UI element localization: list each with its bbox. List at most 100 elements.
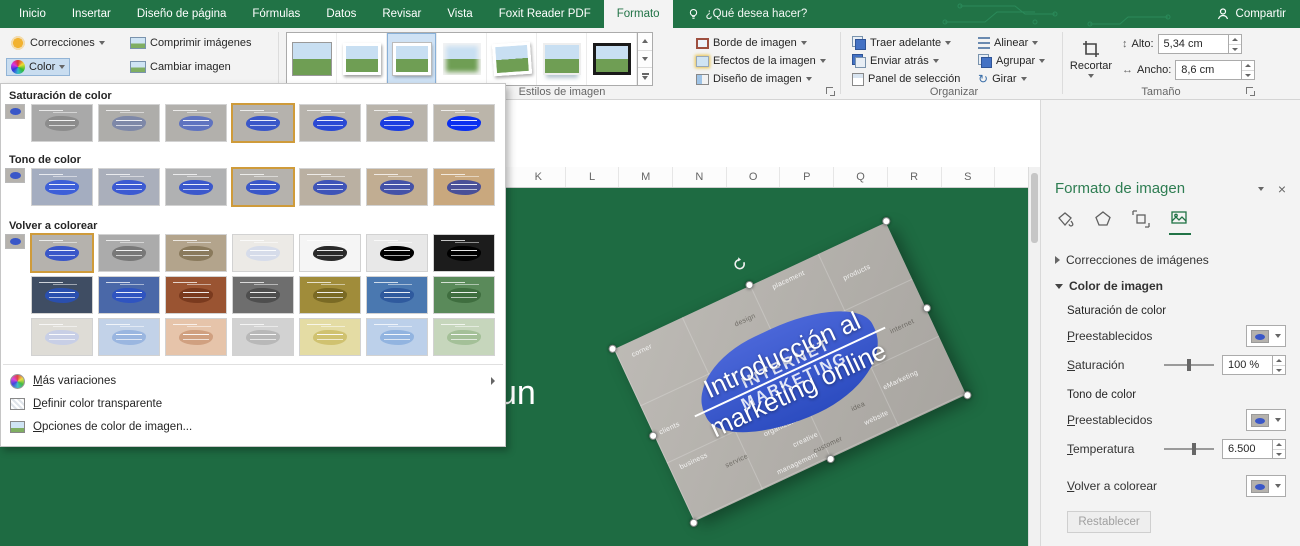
tono-thumb-7[interactable] — [433, 168, 495, 206]
picture-style-rectangulo-sombreado[interactable] — [387, 33, 437, 85]
tab-diseño-de-página[interactable]: Diseño de página — [124, 0, 240, 28]
saturacion-thumb-2[interactable] — [98, 104, 160, 142]
saturation-steppers[interactable] — [1272, 356, 1285, 374]
recolor-thumb-3-4[interactable] — [232, 318, 294, 356]
tab-datos[interactable]: Datos — [313, 0, 369, 28]
column-header-o[interactable]: O — [727, 167, 781, 187]
recolor-thumb-2-3[interactable] — [165, 276, 227, 314]
alinear-button[interactable]: Alinear — [974, 34, 1042, 52]
share-button[interactable]: Compartir — [1202, 0, 1300, 28]
height-steppers[interactable] — [1227, 35, 1241, 54]
recolor-thumb-1-7[interactable] — [433, 234, 495, 272]
column-header-r[interactable]: R — [888, 167, 942, 187]
tab-formato[interactable]: Formato — [603, 0, 673, 28]
recolor-thumb-3-2[interactable] — [98, 318, 160, 356]
column-header-k[interactable]: K — [512, 167, 566, 187]
width-input[interactable]: 8,6 cm — [1175, 60, 1256, 80]
saturation-slider[interactable] — [1164, 355, 1214, 375]
reset-button[interactable]: Restablecer — [1067, 511, 1151, 533]
picture-style-bordes-suaves[interactable] — [437, 33, 487, 85]
tono-thumb-2[interactable] — [98, 168, 160, 206]
tono-thumb-5[interactable] — [299, 168, 361, 206]
saturacion-thumb-7[interactable] — [433, 104, 495, 142]
temperature-input[interactable]: 6.500 — [1222, 439, 1286, 459]
saturacion-thumb-5[interactable] — [299, 104, 361, 142]
recolor-thumb-3-6[interactable] — [366, 318, 428, 356]
picture-style-biselado-blanco[interactable] — [337, 33, 387, 85]
stepper-down-icon[interactable] — [1273, 450, 1285, 459]
pane-close-icon[interactable]: × — [1278, 182, 1286, 196]
recolor-thumb-1-4[interactable] — [232, 234, 294, 272]
resize-handle-bottom-right[interactable] — [962, 389, 973, 401]
stepper-up-icon[interactable] — [1242, 61, 1255, 71]
saturation-presets-dropdown[interactable] — [1246, 325, 1286, 347]
tono-thumb-3[interactable] — [165, 168, 227, 206]
saturacion-thumb-3[interactable] — [165, 104, 227, 142]
recolor-thumb-3-5[interactable] — [299, 318, 361, 356]
picture-icon[interactable] — [1169, 207, 1191, 235]
definir-color-transparente-item[interactable]: Definir color transparente — [2, 393, 504, 415]
saturation-input[interactable]: 100 % — [1222, 355, 1286, 375]
gallery-up-button[interactable] — [638, 33, 652, 51]
effects-icon[interactable] — [1093, 209, 1115, 235]
gallery-more-button[interactable] — [638, 68, 652, 86]
tono-thumb-6[interactable] — [366, 168, 428, 206]
saturacion-thumb-4[interactable] — [231, 103, 295, 143]
recolor-thumb-2-6[interactable] — [366, 276, 428, 314]
tab-inicio[interactable]: Inicio — [6, 0, 59, 28]
picture-style-rectangulo-girado-blanco[interactable] — [487, 33, 537, 85]
tamano-dialog-launcher[interactable] — [1244, 85, 1256, 97]
recolor-thumb-1-2[interactable] — [98, 234, 160, 272]
enviar-atras-button[interactable]: Enviar atrás — [848, 52, 943, 70]
efectos-de-imagen-button[interactable]: Efectos de la imagen — [692, 52, 830, 70]
picture-style-marco-simple[interactable] — [287, 33, 337, 85]
scrollbar-thumb[interactable] — [1031, 173, 1038, 243]
tab-revisar[interactable]: Revisar — [369, 0, 434, 28]
temperature-slider[interactable] — [1164, 439, 1214, 459]
saturacion-thumb-1[interactable] — [31, 104, 93, 142]
temperature-steppers[interactable] — [1272, 440, 1285, 458]
borde-de-imagen-button[interactable]: Borde de imagen — [692, 34, 811, 52]
opciones-color-imagen-item[interactable]: Opciones de color de imagen... — [2, 416, 504, 438]
stepper-up-icon[interactable] — [1273, 440, 1285, 450]
correcciones-imagenes-section[interactable]: Correcciones de imágenes — [1055, 253, 1286, 267]
gallery-down-button[interactable] — [638, 50, 652, 69]
pane-menu-caret-icon[interactable] — [1257, 186, 1264, 191]
width-steppers[interactable] — [1241, 61, 1255, 80]
column-header-n[interactable]: N — [673, 167, 727, 187]
stepper-down-icon[interactable] — [1242, 71, 1254, 80]
vertical-scrollbar[interactable] — [1028, 167, 1040, 546]
rotate-handle[interactable] — [729, 254, 750, 275]
slider-thumb[interactable] — [1186, 359, 1191, 371]
tono-thumb-4[interactable] — [231, 167, 295, 207]
tono-thumb-1[interactable] — [31, 168, 93, 206]
recolor-thumb-1-1[interactable] — [30, 233, 94, 273]
stepper-down-icon[interactable] — [1229, 45, 1241, 54]
picture-style-marco-negro[interactable] — [587, 33, 637, 85]
recolor-thumb-1-6[interactable] — [366, 234, 428, 272]
tab-insertar[interactable]: Insertar — [59, 0, 124, 28]
saturacion-thumb-6[interactable] — [366, 104, 428, 142]
column-header-q[interactable]: Q — [834, 167, 888, 187]
tone-presets-dropdown[interactable] — [1246, 409, 1286, 431]
tell-me-box[interactable]: ¿Qué desea hacer? — [673, 0, 822, 28]
recolor-thumb-3-7[interactable] — [433, 318, 495, 356]
column-header-m[interactable]: M — [619, 167, 674, 187]
slider-thumb[interactable] — [1191, 443, 1196, 455]
recolor-thumb-2-4[interactable] — [232, 276, 294, 314]
traer-adelante-button[interactable]: Traer adelante — [848, 34, 955, 52]
selected-picture[interactable]: corner design placement products internet cli… — [607, 215, 973, 529]
mas-variaciones-item[interactable]: Más variaciones — [2, 370, 504, 392]
correcciones-button[interactable]: Correcciones — [6, 34, 109, 52]
recolor-thumb-2-2[interactable] — [98, 276, 160, 314]
comprimir-imagenes-button[interactable]: Comprimir imágenes — [126, 34, 255, 52]
stepper-down-icon[interactable] — [1273, 366, 1285, 375]
tab-vista[interactable]: Vista — [434, 0, 485, 28]
height-input[interactable]: 5,34 cm — [1157, 34, 1242, 54]
recolor-thumb-3-3[interactable] — [165, 318, 227, 356]
column-header-s[interactable]: S — [942, 167, 996, 187]
recolor-dropdown[interactable] — [1246, 475, 1286, 497]
color-button[interactable]: Color — [6, 58, 71, 76]
agrupar-button[interactable]: Agrupar — [974, 52, 1049, 70]
recolor-thumb-1-5[interactable] — [299, 234, 361, 272]
